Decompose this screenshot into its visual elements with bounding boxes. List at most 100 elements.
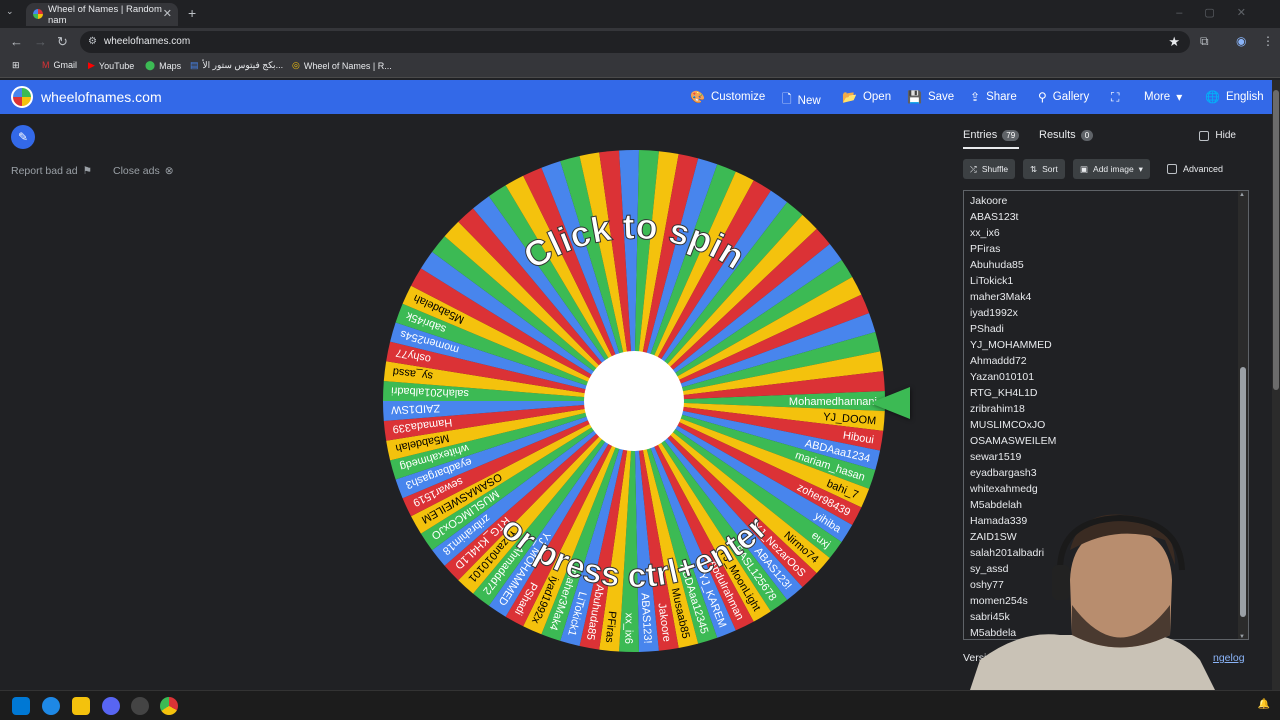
maps-icon: ⬤ [145, 60, 156, 70]
chevron-down-icon: ▾ [1176, 90, 1183, 104]
apps-grid-icon[interactable]: ⊞ [12, 60, 20, 71]
chevron-down-icon: ▾ [1138, 163, 1143, 174]
fullscreen-icon: ⛶ [1111, 90, 1120, 104]
obs-icon[interactable] [131, 697, 149, 715]
palette-icon: 🎨 [690, 90, 705, 104]
address-bar: ← → ↻ ⚙ wheelofnames.com ★ ⧉ ◉ ⋮ [0, 28, 1280, 56]
advanced-checkbox[interactable] [1167, 164, 1177, 174]
bookmark-gmail[interactable]: M Gmail [42, 60, 77, 70]
entry-line[interactable]: YJ_MOHAMMED [970, 339, 1052, 351]
tab-entries[interactable]: Entries 79 [963, 129, 1020, 149]
webcam-overlay [960, 514, 1230, 720]
share-button[interactable]: ⇪ Share [970, 90, 1017, 104]
site-info-icon[interactable]: ⚙ [88, 36, 97, 47]
image-icon: ▣ [1080, 163, 1089, 174]
sort-icon: ⇅ [1030, 163, 1038, 174]
sort-button[interactable]: ⇅ Sort [1023, 159, 1065, 179]
chrome-menu-icon[interactable]: ⋮ [1262, 34, 1274, 48]
entry-line[interactable]: LiTokick1 [970, 275, 1013, 287]
brand-name[interactable]: wheelofnames.com [41, 89, 162, 105]
discord-icon[interactable] [102, 697, 120, 715]
entry-line[interactable]: RTG_KH4L1D [970, 387, 1038, 399]
gmail-icon: M [42, 60, 50, 70]
folder-icon: 📂 [842, 90, 857, 104]
new-tab-icon[interactable]: + [188, 5, 196, 21]
docs-icon: ▤ [190, 60, 199, 70]
scroll-up-icon[interactable]: ▲ [1239, 192, 1245, 198]
wheel-center[interactable] [584, 351, 684, 451]
customize-button[interactable]: 🎨 Customize [690, 90, 765, 104]
wheel-logo-icon[interactable] [11, 86, 33, 108]
omnibox[interactable]: ⚙ wheelofnames.com ★ [80, 31, 1190, 53]
url-text[interactable]: wheelofnames.com [104, 36, 190, 47]
entry-line[interactable]: whitexahmedg [970, 483, 1038, 495]
scroll-down-icon[interactable]: ▼ [1239, 634, 1245, 639]
entry-line[interactable]: Yazan010101 [970, 371, 1034, 383]
page-scrollbar-thumb[interactable] [1273, 90, 1279, 390]
tab-results[interactable]: Results 0 [1039, 129, 1094, 141]
pencil-icon: ✎ [17, 130, 29, 144]
entry-line[interactable]: Abuhuda85 [970, 259, 1024, 271]
edit-pencil-button[interactable]: ✎ [11, 125, 35, 149]
new-file-icon: 🗋 [782, 92, 792, 106]
file-explorer-icon[interactable] [72, 697, 90, 715]
report-bad-ad-link[interactable]: Report bad ad ⚑ [11, 165, 92, 177]
close-tab-icon[interactable]: ✕ [163, 7, 172, 20]
advanced-toggle[interactable]: Advanced [1167, 164, 1223, 174]
back-icon[interactable]: ← [10, 34, 23, 49]
flag-icon: ⚑ [82, 165, 92, 177]
bookmark-youtube[interactable]: ▶ YouTube [88, 60, 134, 71]
bookmark-star-icon[interactable]: ★ [1168, 34, 1180, 50]
forward-icon[interactable]: → [34, 34, 47, 49]
entry-line[interactable]: Ahmaddd72 [970, 355, 1027, 367]
wheel[interactable]: Mohamedhannani YJ_DOOM Hiboui ABDAaa1234 mar… [383, 150, 885, 652]
wheel-favicon-icon: ◎ [292, 60, 300, 70]
entries-scrollbar[interactable]: ▲ ▼ [1238, 191, 1248, 639]
more-button[interactable]: More ▾ [1144, 90, 1182, 104]
open-button[interactable]: 📂 Open [842, 90, 891, 104]
windows-taskbar: 🔔 [0, 690, 1280, 720]
fullscreen-button[interactable]: ⛶ [1111, 90, 1119, 105]
wheel-svg[interactable]: MohamedhannaniYJ_DOOMHibouiABDAaa1234mar… [383, 150, 885, 652]
search-icon: ⚲ [1038, 90, 1047, 104]
hide-checkbox[interactable] [1199, 130, 1210, 141]
chrome-icon[interactable] [160, 697, 178, 715]
entry-line[interactable]: PFiras [970, 243, 1000, 255]
start-icon[interactable] [12, 697, 30, 715]
wheel-slice-label: ZAID1SW [390, 402, 440, 416]
entry-line[interactable]: Jakoore [970, 195, 1007, 207]
new-button[interactable]: 🗋 New [782, 90, 821, 111]
page-scrollbar[interactable] [1272, 80, 1280, 690]
bookmark-maps[interactable]: ⬤ Maps [145, 60, 181, 71]
save-button[interactable]: 💾 Save [907, 90, 954, 104]
extensions-icon[interactable]: ⧉ [1200, 34, 1209, 49]
bookmark-wheel[interactable]: ◎ Wheel of Names | R... [292, 60, 392, 71]
hide-toggle[interactable]: Hide [1199, 130, 1236, 141]
entry-line[interactable]: sewar1519 [970, 451, 1021, 463]
language-button[interactable]: 🌐 English [1205, 90, 1264, 104]
entries-count-badge: 79 [1002, 129, 1020, 141]
tab-search-icon[interactable]: ⌄ [6, 6, 14, 17]
entry-line[interactable]: PShadi [970, 323, 1004, 335]
entry-line[interactable]: zribrahim18 [970, 403, 1025, 415]
close-ads-link[interactable]: Close ads ⊗ [113, 165, 174, 177]
entry-line[interactable]: ABAS123t [970, 211, 1018, 223]
entry-line[interactable]: eyadbargash3 [970, 467, 1037, 479]
window-controls[interactable]: –▢✕ [1176, 6, 1268, 19]
entry-line[interactable]: xx_ix6 [970, 227, 1000, 239]
profile-icon[interactable]: ◉ [1236, 34, 1246, 48]
edge-icon[interactable] [42, 697, 60, 715]
entry-line[interactable]: MUSLIMCOxJO [970, 419, 1045, 431]
entry-line[interactable]: OSAMASWEILEM [970, 435, 1056, 447]
entry-line[interactable]: iyad1992x [970, 307, 1018, 319]
reload-icon[interactable]: ↻ [57, 34, 68, 50]
bookmark-store[interactable]: ▤ بكج فيتوس ستور الأ... [190, 60, 283, 71]
add-image-button[interactable]: ▣ Add image ▾ [1073, 159, 1150, 179]
browser-tab-active[interactable]: Wheel of Names | Random nam ✕ [26, 3, 178, 26]
youtube-icon: ▶ [88, 60, 95, 70]
entry-line[interactable]: maher3Mak4 [970, 291, 1031, 303]
entries-scrollbar-thumb[interactable] [1240, 367, 1246, 617]
gallery-button[interactable]: ⚲ Gallery [1038, 90, 1089, 104]
notification-bell-icon[interactable]: 🔔 [1258, 699, 1270, 710]
shuffle-button[interactable]: ⤮ Shuffle [963, 159, 1016, 179]
